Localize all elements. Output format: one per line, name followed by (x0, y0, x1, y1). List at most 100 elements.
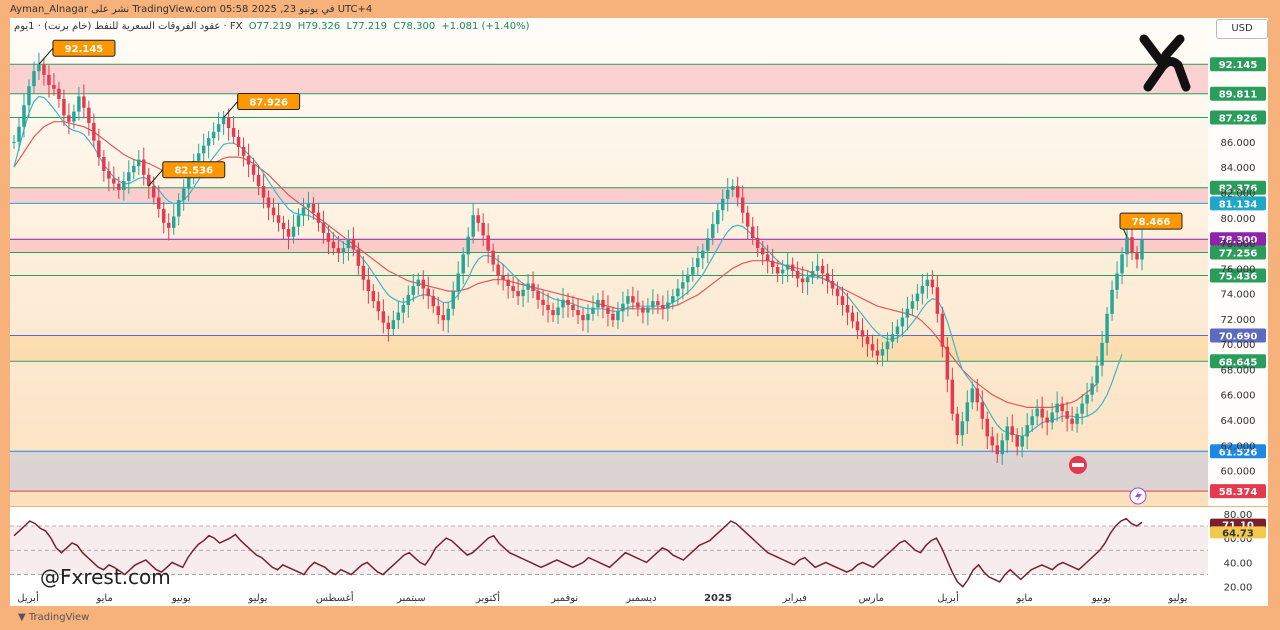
candle-body (1015, 435, 1019, 447)
candle-body (516, 291, 520, 297)
symbol-legend: عقود الفروقات السعرية للنفط (خام برنت) ·… (14, 21, 533, 32)
candle-body (281, 222, 286, 230)
candle-body (431, 296, 435, 307)
candle-body (206, 138, 211, 146)
candle-body (845, 304, 850, 313)
candle-body (17, 126, 21, 142)
candle-body (176, 200, 181, 217)
candle-body (142, 159, 146, 175)
candle-body (860, 330, 865, 337)
callout-label: 82.536 (174, 166, 213, 177)
candle-body (201, 145, 206, 154)
x-tick-label: يوليو (1167, 593, 1187, 604)
candle-body (166, 222, 171, 228)
candle-body (221, 117, 226, 125)
candle-body (691, 267, 695, 275)
ohlc-low: L77.219 (346, 21, 388, 32)
candle-body (770, 260, 775, 268)
y-tick-label: 70.000 (1221, 340, 1256, 351)
candle-body (915, 293, 920, 302)
candle-body (12, 141, 16, 143)
candle-body (496, 264, 500, 276)
candle-body (376, 301, 381, 312)
x-tick-label: أبريل (937, 591, 959, 604)
candle-body (636, 302, 640, 308)
candle-body (676, 288, 680, 297)
candle-body (1090, 383, 1094, 395)
rsi-tick-label: 20.00 (1224, 583, 1253, 594)
candle-body (226, 117, 231, 128)
candle-body (57, 88, 61, 99)
candle-body (760, 248, 765, 255)
candle-body (696, 258, 700, 268)
candle-body (356, 249, 361, 266)
candle-body (306, 203, 311, 208)
candle-body (930, 279, 935, 288)
candle-body (102, 157, 106, 171)
candle-body (1140, 239, 1144, 260)
candle-body (775, 267, 780, 274)
candle-body (491, 250, 495, 265)
candle-body (161, 208, 166, 223)
candle-body (975, 388, 980, 403)
minus-circle-icon[interactable] (1069, 456, 1087, 474)
candle-body (117, 183, 121, 190)
candle-body (980, 402, 985, 419)
y-tick-label: 72.000 (1221, 315, 1256, 326)
lightning-icon[interactable] (1129, 487, 1147, 505)
candle-body (286, 229, 291, 237)
candle-body (541, 299, 545, 305)
footer-brand-label: TradingView (28, 612, 90, 623)
candle-body (276, 215, 281, 223)
candle-body (22, 105, 26, 127)
candle-body (606, 307, 610, 314)
candle-body (1075, 413, 1079, 424)
candle-body (316, 212, 321, 223)
candle-body (815, 265, 820, 271)
candle-body (236, 136, 241, 147)
candle-body (646, 307, 650, 313)
y-tick-label: 80.000 (1221, 214, 1256, 225)
candle-body (132, 165, 136, 173)
candle-body (346, 239, 351, 249)
x-tick-label: ديسمبر (625, 593, 656, 604)
candle-body (396, 312, 401, 321)
candle-body (481, 222, 485, 236)
candle-body (506, 279, 510, 287)
candle-body (865, 336, 870, 345)
candle-body (686, 274, 690, 283)
y-tick-label: 64.000 (1221, 416, 1256, 427)
candle-body (830, 280, 835, 289)
currency-button[interactable]: USD (1216, 19, 1268, 39)
candle-body (820, 265, 825, 274)
callout-label: 78.466 (1132, 217, 1171, 228)
rsi-value-label: 64.73 (1222, 528, 1254, 539)
candle-body (311, 203, 316, 213)
candle-body (32, 71, 36, 87)
candle-body (740, 197, 745, 213)
tradingview-frame: 92.145 89.811 87.926 82.376 81.134 78.300 77.2… (0, 0, 1280, 630)
candle-body (241, 146, 246, 156)
candle-body (77, 96, 81, 112)
candle-body (471, 215, 475, 237)
candle-body (441, 315, 445, 321)
candle-body (920, 286, 925, 294)
candle-body (296, 215, 301, 227)
candle-body (1045, 417, 1049, 423)
x-tick-label: يونيو (171, 593, 191, 604)
chart-area[interactable]: 92.14589.81187.92682.37681.13478.30077.2… (0, 0, 1280, 630)
candle-body (92, 122, 96, 141)
candle-body (925, 279, 930, 287)
y-tick-label: 82.000 (1221, 188, 1256, 199)
candle-body (1120, 254, 1124, 274)
candle-body (581, 315, 585, 321)
candle-body (366, 279, 371, 292)
candle-body (616, 311, 620, 321)
published-line: Ayman_Alnagar نشر على TradingView.com في… (10, 4, 373, 15)
x-tick-label: نوفمبر (550, 593, 578, 604)
candle-body (721, 198, 725, 211)
symbol-title[interactable]: عقود الفروقات السعرية للنفط (خام برنت) ·… (14, 21, 243, 32)
candle-body (765, 254, 770, 261)
candle-body (1125, 237, 1129, 255)
candle-body (631, 296, 635, 303)
